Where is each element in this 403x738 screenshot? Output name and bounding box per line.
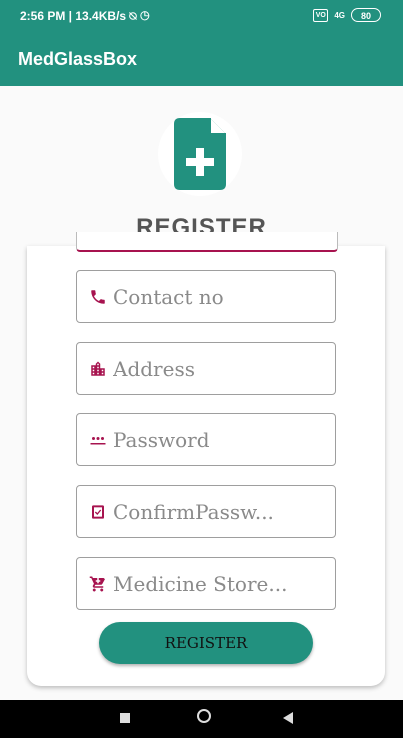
volte-icon: VO	[313, 8, 329, 22]
navigation-bar	[0, 700, 403, 738]
add-document-icon	[174, 118, 226, 190]
medicine-store-field[interactable]	[76, 557, 336, 610]
battery-icon: 80	[351, 8, 381, 22]
check-clipboard-icon	[89, 503, 107, 521]
password-dots-icon	[89, 431, 107, 449]
cart-icon	[89, 575, 107, 593]
address-input[interactable]	[113, 356, 313, 381]
confirm-password-field[interactable]	[76, 485, 336, 538]
back-icon[interactable]	[283, 712, 293, 724]
password-field[interactable]	[76, 413, 336, 466]
partially-hidden-field[interactable]	[76, 232, 338, 252]
status-time: 2:56 PM | 13.4KB/s ⍉ ◷	[20, 9, 150, 23]
phone-icon	[89, 288, 107, 306]
register-button[interactable]: REGISTER	[99, 622, 313, 664]
medicine-store-input[interactable]	[113, 571, 313, 596]
status-bar: 2:56 PM | 13.4KB/s ⍉ ◷ VO 4G 80	[0, 0, 403, 32]
recents-icon[interactable]	[120, 713, 130, 723]
app-bar: MedGlassBox	[0, 32, 403, 86]
address-field[interactable]	[76, 342, 336, 395]
contact-input[interactable]	[113, 284, 313, 309]
contact-field[interactable]	[76, 270, 336, 323]
app-title: MedGlassBox	[18, 49, 138, 69]
signal-icon: 4G	[334, 10, 345, 20]
app-logo	[158, 112, 242, 196]
status-icons: VO 4G 80	[313, 8, 381, 22]
confirm-password-input[interactable]	[113, 499, 313, 524]
building-icon	[89, 360, 107, 378]
password-input[interactable]	[113, 427, 313, 452]
home-icon[interactable]	[197, 709, 211, 723]
